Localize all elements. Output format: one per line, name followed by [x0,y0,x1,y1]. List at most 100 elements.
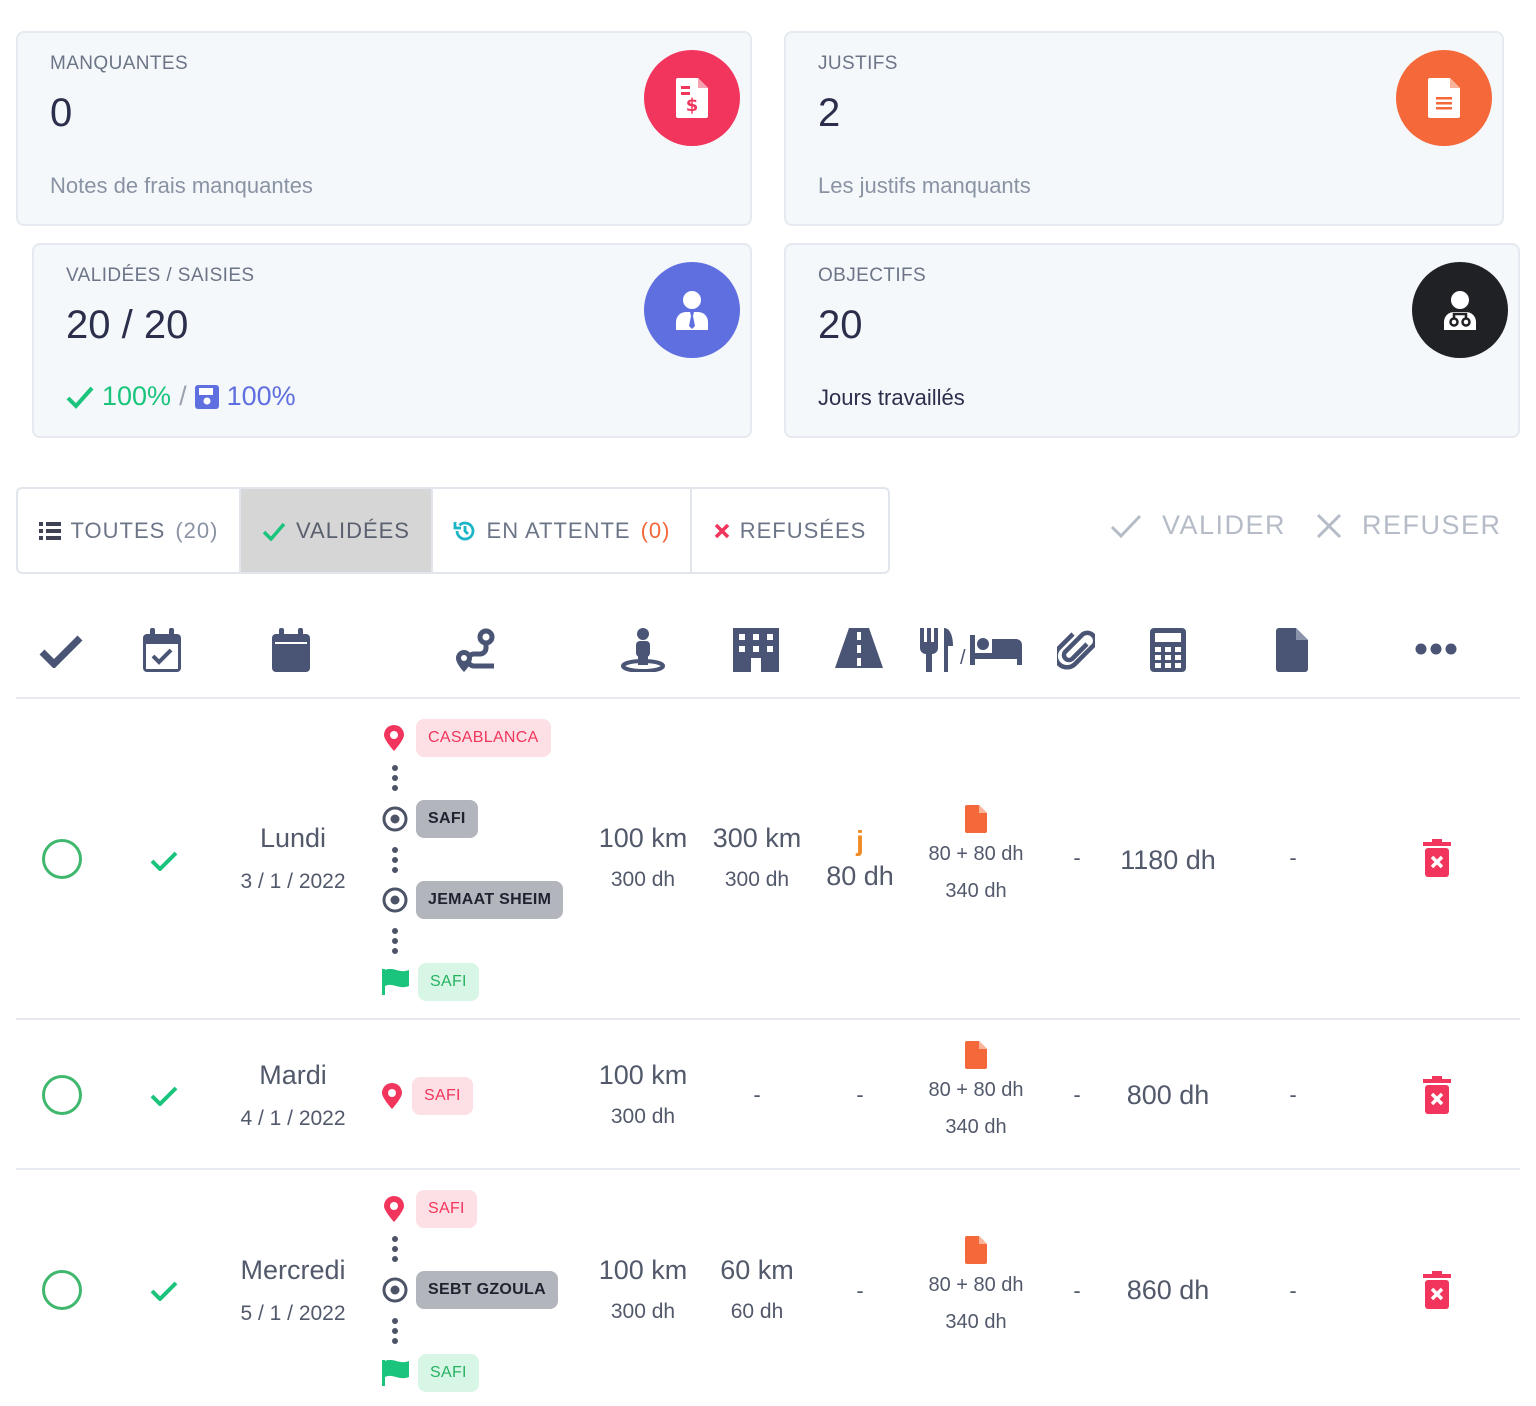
card-value: 20 [818,303,863,347]
row-select-radio[interactable] [42,1270,82,1310]
card-subtitle: Les justifs manquants [818,173,1031,198]
city-badge: CASABLANCA [416,719,551,757]
receipt-file-icon[interactable] [965,805,987,833]
check-icon [150,1086,178,1106]
route-stop-via: SAFI [382,800,478,838]
calculator-icon[interactable] [1150,628,1186,672]
road-icon[interactable] [835,628,883,668]
city-badge: SAFI [416,1190,477,1228]
city-badge: SAFI [418,963,479,1001]
total-cell: 860 dh [1098,1275,1238,1306]
tab-toutes[interactable]: TOUTES (20) [18,489,241,572]
delete-icon[interactable] [1423,1076,1451,1114]
tab-label: TOUTES [70,517,166,543]
tab-refusees[interactable]: REFUSÉES [692,489,888,572]
street-view-icon[interactable] [621,628,665,672]
route-dots [392,1318,398,1344]
paperclip-icon[interactable] [1057,628,1095,672]
date-cell: Mardi 4 / 1 / 2022 [193,1060,393,1131]
user-doctor-icon [1412,262,1508,358]
attach-value: - [1073,1082,1081,1107]
tab-validees[interactable]: VALIDÉES [241,489,433,572]
svg-text:$: $ [686,95,699,116]
validate-label: VALIDER [1162,510,1287,540]
distance-km: 100 km [598,1060,688,1090]
check-icon [262,522,286,541]
toll-brand-icon: j [856,825,864,856]
route-stop-via: SEBT GZOULA [382,1271,558,1309]
check-icon [150,1281,178,1301]
refuse-button[interactable]: REFUSER [1316,510,1502,541]
total-amount: 860 dh [1126,1275,1210,1305]
file-icon[interactable] [1276,628,1308,672]
card-value: 2 [818,91,841,135]
more-icon[interactable] [1415,642,1457,656]
card-subtitle: Notes de frais manquantes [50,173,313,198]
history-icon [453,521,474,540]
city-badge: SAFI [418,1354,479,1392]
receipt-file-icon[interactable] [965,1041,987,1069]
route-stop-end: SAFI [382,963,479,1001]
tab-en-attente[interactable]: EN ATTENTE (0) [433,489,692,572]
delete-icon[interactable] [1423,839,1451,877]
validate-button[interactable]: VALIDER [1110,510,1286,541]
hotel-amount: 300 dh [724,868,790,891]
route-stop-start: SAFI [382,1077,473,1115]
dot-circle-icon [382,806,408,832]
hotel-value: - [753,1082,761,1107]
card-percentages: 100% / 100% [66,381,296,412]
card-subtitle: Jours travaillés [818,385,965,410]
hotel-cell: - [737,1082,777,1108]
table-row[interactable]: Mercredi 5 / 1 / 2022 SAFI SEBT GZOULA S… [16,1170,1520,1406]
table-row[interactable]: Mardi 4 / 1 / 2022 SAFI 100 km 300 dh - … [16,1020,1520,1170]
tab-label: VALIDÉES [296,517,410,543]
attach-cell: - [1057,845,1097,871]
distance-km: 100 km [598,823,688,853]
card-label: VALIDÉES / SAISIES [66,265,255,286]
hotel-km: 300 km [712,823,802,853]
table-row[interactable]: Lundi 3 / 1 / 2022 CASABLANCA SAFI JEMAA… [16,699,1520,1020]
distance-cell: 100 km 300 dh [583,823,703,892]
calendar-check-icon[interactable] [143,628,181,672]
map-marker-icon [382,1083,402,1109]
building-icon[interactable] [733,628,779,672]
route-stop-start: SAFI [384,1190,477,1228]
meal-cell: 80 + 80 dh 340 dh [906,805,1046,903]
route-stop-start: CASABLANCA [384,719,551,757]
stat-card-objectifs: OBJECTIFS 20 Jours travaillés [784,243,1520,438]
check-icon[interactable] [39,634,83,668]
row-select-radio[interactable] [42,1075,82,1115]
dot-circle-icon [382,887,408,913]
toll-cell: j 80 dh [800,827,920,892]
day-name: Lundi [259,823,327,853]
meal-breakdown: 80 + 80 dh [928,1079,1024,1101]
document-icon [1396,50,1492,146]
meal-total: 340 dh [945,1116,1007,1138]
day-name: Mardi [259,1060,327,1090]
route-stop-end: SAFI [382,1354,479,1392]
row-select-radio[interactable] [42,839,82,879]
hotel-cell: 300 km 300 dh [697,823,817,892]
meal-total: 340 dh [945,1311,1007,1333]
flag-icon [382,969,409,995]
toll-cell: - [840,1278,880,1304]
utensils-bed-icon[interactable]: / [918,628,1022,672]
times-icon [714,523,729,538]
calendar-icon[interactable] [272,628,310,672]
delete-icon[interactable] [1423,1271,1451,1309]
dot-circle-icon [382,1277,408,1303]
doc-cell: - [1273,845,1313,871]
card-label: OBJECTIFS [818,265,927,286]
header-separator: / [960,646,966,669]
receipt-file-icon[interactable] [965,1236,987,1264]
tab-label: REFUSÉES [739,517,867,543]
hotel-amount: 60 dh [730,1300,784,1323]
route-icon[interactable] [454,628,498,672]
city-badge: SEBT GZOULA [416,1271,558,1309]
date-value: 3 / 1 / 2022 [240,870,346,893]
distance-cell: 100 km 300 dh [583,1255,703,1324]
stat-card-manquantes: MANQUANTES 0 Notes de frais manquantes $ [16,31,752,226]
map-marker-icon [384,725,404,751]
attach-value: - [1073,1278,1081,1303]
date-value: 4 / 1 / 2022 [240,1107,346,1130]
